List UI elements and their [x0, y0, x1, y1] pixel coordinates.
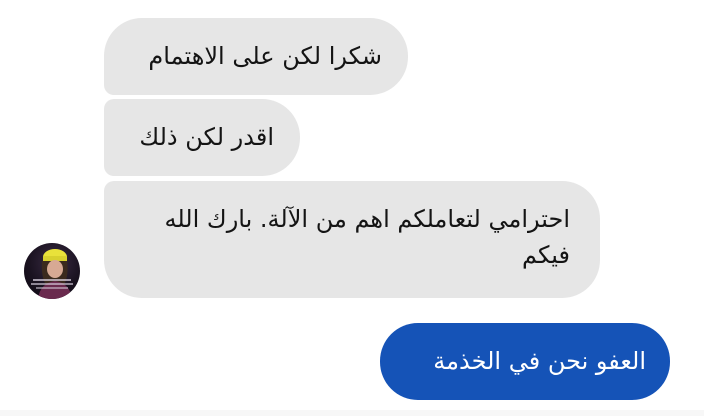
- message-bubble-incoming-3[interactable]: احترامي لتعاملكم اهم من الآلة. بارك الله…: [104, 181, 600, 298]
- message-bubble-incoming-2[interactable]: اقدر لكن ذلك: [104, 99, 300, 176]
- message-text: شكرا لكن على الاهتمام: [148, 42, 382, 70]
- composer-edge: [0, 410, 704, 416]
- profile-picture-icon: [31, 249, 73, 299]
- message-text: احترامي لتعاملكم اهم من الآلة. بارك الله…: [164, 205, 570, 269]
- message-text: اقدر لكن ذلك: [139, 123, 274, 151]
- sender-avatar[interactable]: [24, 243, 80, 299]
- message-bubble-outgoing-1[interactable]: العفو نحن في الخذمة: [380, 323, 670, 400]
- message-bubble-incoming-1[interactable]: شكرا لكن على الاهتمام: [104, 18, 408, 95]
- message-text: العفو نحن في الخذمة: [433, 347, 646, 375]
